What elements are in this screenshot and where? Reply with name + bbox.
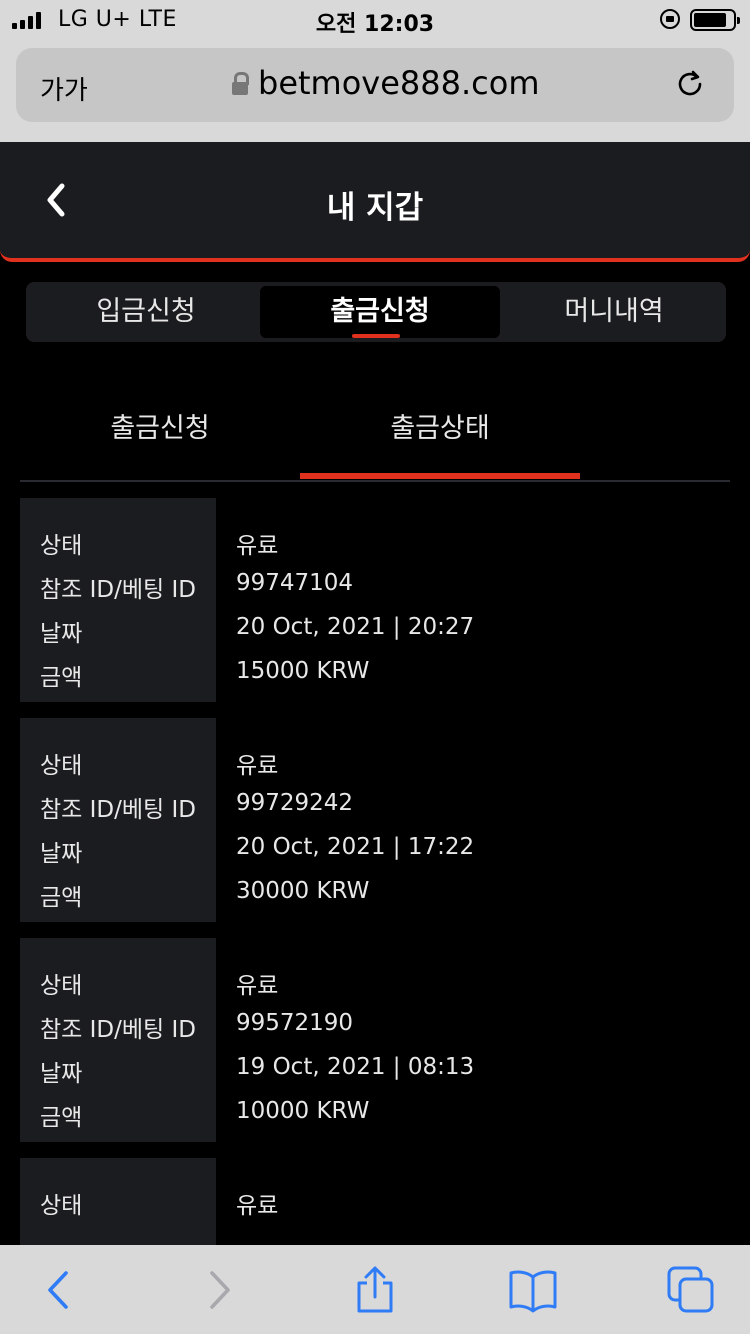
browser-toolbar [0,1245,750,1334]
reference-id-value: 99729242 [236,790,354,816]
browser-forward-icon[interactable] [194,1265,244,1315]
orientation-lock-icon [660,9,680,29]
text-size-button[interactable]: 가가 [40,70,88,107]
tab-deposit[interactable]: 입금신청 [26,286,266,338]
browser-chrome: LG U+ LTE 오전 12:03 가가 betmove888.com [0,0,750,142]
page-title: 내 지갑 [326,190,424,226]
reload-icon[interactable] [674,68,706,100]
status-label: 상태 [40,973,83,999]
status-label: 상태 [40,1193,83,1219]
amount-value: 15000 KRW [236,658,370,684]
amount-value: 10000 KRW [236,1098,370,1124]
withdraw-status-list: 상태 유료 참조 ID/베팅 ID 99747104 날짜 20 Oct, 2021 … [20,498,730,1264]
reference-id-value: 99747104 [236,570,354,596]
status-bar: LG U+ LTE 오전 12:03 [0,0,750,42]
browser-back-icon[interactable] [34,1265,84,1315]
subtab-withdraw-status[interactable]: 출금상태 [300,406,580,445]
tabs-icon[interactable] [666,1265,716,1315]
url-bar[interactable]: 가가 betmove888.com [16,48,734,122]
active-tab-indicator [352,334,400,338]
reference-id-label: 참조 ID/베팅 ID [40,797,196,823]
amount-label: 금액 [40,1105,83,1131]
date-value: 20 Oct, 2021 | 17:22 [236,834,475,860]
amount-label: 금액 [40,885,83,911]
reference-id-label: 참조 ID/베팅 ID [40,577,196,603]
date-value: 19 Oct, 2021 | 08:13 [236,1054,475,1080]
reference-id-value: 99572190 [236,1010,354,1036]
status-value: 유료 [236,973,279,999]
status-value: 유료 [236,533,279,559]
status-time: 오전 12:03 [315,12,435,37]
bookmarks-icon[interactable] [508,1265,558,1315]
status-label: 상태 [40,533,83,559]
url-text[interactable]: betmove888.com [258,64,540,102]
lock-icon [232,72,249,98]
date-label: 날짜 [40,1061,83,1087]
share-icon[interactable] [350,1265,400,1315]
list-item: 상태 유료 참조 ID/베팅 ID 99747104 날짜 20 Oct, 2021 … [20,498,730,702]
reference-id-label: 참조 ID/베팅 ID [40,1017,196,1043]
status-value: 유료 [236,753,279,779]
list-item: 상태 유료 참조 ID/베팅 ID 99572190 날짜 19 Oct, 2021 … [20,938,730,1142]
active-subtab-indicator [300,473,580,479]
amount-label: 금액 [40,665,83,691]
list-item: 상태 유료 [20,1158,730,1248]
withdraw-subtabs: 출금신청 출금상태 [20,380,730,482]
list-item: 상태 유료 참조 ID/베팅 ID 99729242 날짜 20 Oct, 2021 … [20,718,730,922]
amount-value: 30000 KRW [236,878,370,904]
app-header: 내 지갑 [0,142,750,262]
wallet-segmented-tabs: 입금신청 출금신청 머니내역 [26,282,726,342]
date-value: 20 Oct, 2021 | 20:27 [236,614,475,640]
tab-money-history[interactable]: 머니내역 [494,286,734,338]
tab-withdraw[interactable]: 출금신청 [260,286,500,338]
date-label: 날짜 [40,841,83,867]
tab-withdraw-label: 출금신청 [330,296,430,327]
battery-icon [690,9,740,31]
status-value: 유료 [236,1193,279,1219]
subtab-withdraw-request[interactable]: 출금신청 [20,406,300,445]
date-label: 날짜 [40,621,83,647]
status-label: 상태 [40,753,83,779]
